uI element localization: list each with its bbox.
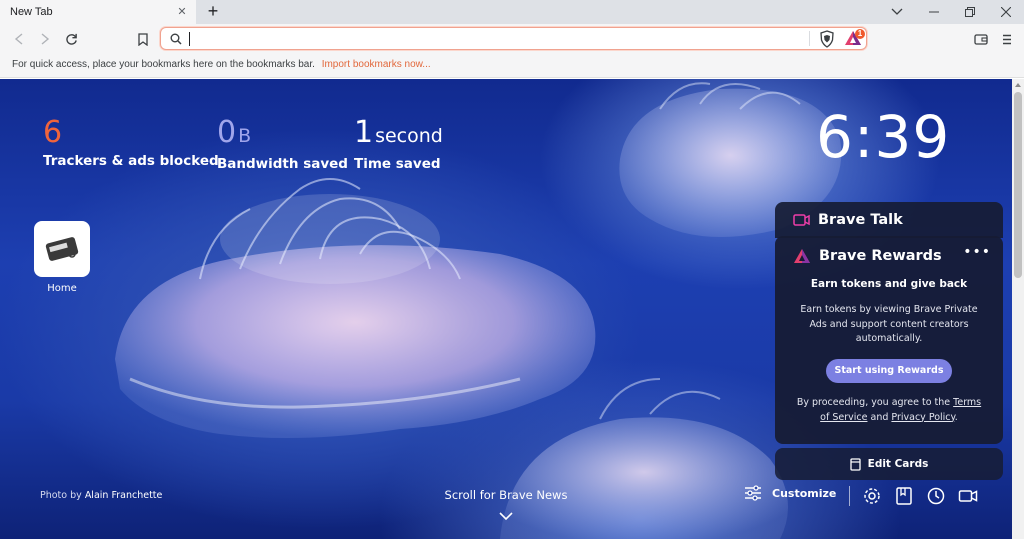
edit-cards-button[interactable]: Edit Cards bbox=[775, 448, 1003, 480]
tab-strip: New Tab ✕ + bbox=[0, 0, 1024, 24]
stat-trackers-label: Trackers & ads blocked bbox=[43, 153, 219, 169]
reload-button[interactable] bbox=[60, 28, 82, 50]
scroll-up-arrow-icon[interactable] bbox=[1015, 83, 1021, 87]
customize-button[interactable]: Customize bbox=[744, 485, 836, 501]
minimize-button[interactable] bbox=[916, 0, 952, 24]
settings-icon[interactable] bbox=[862, 486, 882, 506]
bookmarks-bar: For quick access, place your bookmarks h… bbox=[0, 54, 1024, 78]
rewards-more-button[interactable]: ••• bbox=[963, 244, 991, 260]
url-input[interactable] bbox=[189, 30, 799, 47]
brave-shield-icon[interactable] bbox=[818, 30, 836, 48]
toolbar: 1 bbox=[0, 24, 1024, 54]
stat-bandwidth-label: Bandwidth saved bbox=[217, 156, 348, 172]
stat-bandwidth-value: 0B bbox=[217, 115, 252, 150]
back-button[interactable] bbox=[8, 28, 30, 50]
stat-bandwidth-saved: 0B Bandwidth saved bbox=[217, 115, 348, 172]
stat-trackers-blocked: 6 Trackers & ads blocked bbox=[43, 115, 219, 169]
forward-button[interactable] bbox=[34, 28, 56, 50]
restore-button[interactable] bbox=[952, 0, 988, 24]
rewards-legal-text: By proceeding, you agree to the Terms of… bbox=[796, 397, 982, 423]
menu-button[interactable] bbox=[996, 28, 1018, 50]
reload-icon bbox=[65, 33, 77, 45]
photographer-link[interactable]: Alain Franchette bbox=[85, 490, 163, 501]
rewards-subtitle: Earn tokens and give back bbox=[810, 278, 968, 290]
start-using-rewards-button[interactable]: Start using Rewards bbox=[826, 359, 952, 383]
search-icon bbox=[170, 33, 182, 45]
rewards-title: Brave Rewards bbox=[819, 248, 942, 264]
stat-time-label: Time saved bbox=[354, 156, 441, 172]
url-divider bbox=[809, 31, 810, 46]
text-caret bbox=[189, 32, 190, 46]
back-icon bbox=[14, 33, 23, 45]
wallet-icon bbox=[974, 34, 988, 45]
photo-credit: Photo by Alain Franchette bbox=[40, 490, 163, 501]
customize-label: Customize bbox=[772, 486, 837, 500]
scroll-for-brave-news[interactable]: Scroll for Brave News bbox=[400, 488, 612, 502]
footer-divider bbox=[849, 486, 850, 506]
bookmark-button[interactable] bbox=[132, 28, 154, 50]
bookmarks-icon[interactable] bbox=[894, 486, 914, 506]
import-bookmarks-link[interactable]: Import bookmarks now... bbox=[322, 59, 431, 70]
close-icon bbox=[1001, 7, 1011, 17]
chevron-down-icon bbox=[891, 8, 903, 15]
rewards-header: Brave Rewards bbox=[793, 248, 942, 264]
brave-talk-card[interactable]: Brave Talk bbox=[775, 202, 1003, 238]
forward-icon bbox=[41, 33, 50, 45]
stat-time-value: 1 second bbox=[354, 115, 443, 150]
clock: 6:39 bbox=[816, 103, 951, 171]
bookmark-icon bbox=[138, 32, 148, 46]
tab-title: New Tab bbox=[10, 6, 53, 18]
address-bar[interactable]: 1 bbox=[160, 27, 867, 50]
new-tab-page: 6 Trackers & ads blocked 0B Bandwidth sa… bbox=[0, 79, 1012, 539]
tab-search-button[interactable] bbox=[879, 0, 915, 24]
video-camera-icon bbox=[793, 214, 810, 226]
close-window-button[interactable] bbox=[988, 0, 1024, 24]
sliders-icon bbox=[745, 485, 761, 501]
site-favicon-icon bbox=[45, 237, 79, 261]
video-camera-icon[interactable] bbox=[958, 486, 978, 506]
stat-trackers-value: 6 bbox=[43, 115, 63, 150]
rewards-description: Earn tokens by viewing Brave Private Ads… bbox=[800, 304, 978, 344]
brave-rewards-card: Brave Rewards ••• Earn tokens and give b… bbox=[775, 236, 1003, 444]
tab-close-icon[interactable]: ✕ bbox=[174, 4, 190, 20]
rewards-badge: 1 bbox=[855, 29, 865, 39]
bookmarks-bar-message: For quick access, place your bookmarks h… bbox=[12, 59, 315, 70]
brave-talk-title: Brave Talk bbox=[818, 212, 903, 228]
top-site-label[interactable]: Home bbox=[30, 283, 94, 294]
privacy-policy-link[interactable]: Privacy Policy bbox=[891, 412, 954, 423]
scrollbar-thumb[interactable] bbox=[1014, 92, 1022, 278]
new-tab-button[interactable]: + bbox=[203, 2, 223, 22]
stat-time-saved: 1 second Time saved bbox=[354, 115, 443, 172]
minimize-icon bbox=[929, 11, 939, 13]
rewards-triangle-icon bbox=[794, 249, 810, 263]
history-icon[interactable] bbox=[926, 486, 946, 506]
menu-icon bbox=[1003, 34, 1011, 44]
brave-rewards-button[interactable]: 1 bbox=[844, 29, 865, 48]
tab-new-tab[interactable]: New Tab ✕ bbox=[0, 0, 196, 24]
chevron-down-icon[interactable] bbox=[499, 512, 513, 521]
top-site-tile[interactable] bbox=[34, 221, 90, 277]
restore-icon bbox=[965, 7, 975, 17]
edit-cards-icon bbox=[849, 457, 861, 471]
wallet-button[interactable] bbox=[970, 28, 992, 50]
edit-cards-label: Edit Cards bbox=[867, 458, 929, 470]
